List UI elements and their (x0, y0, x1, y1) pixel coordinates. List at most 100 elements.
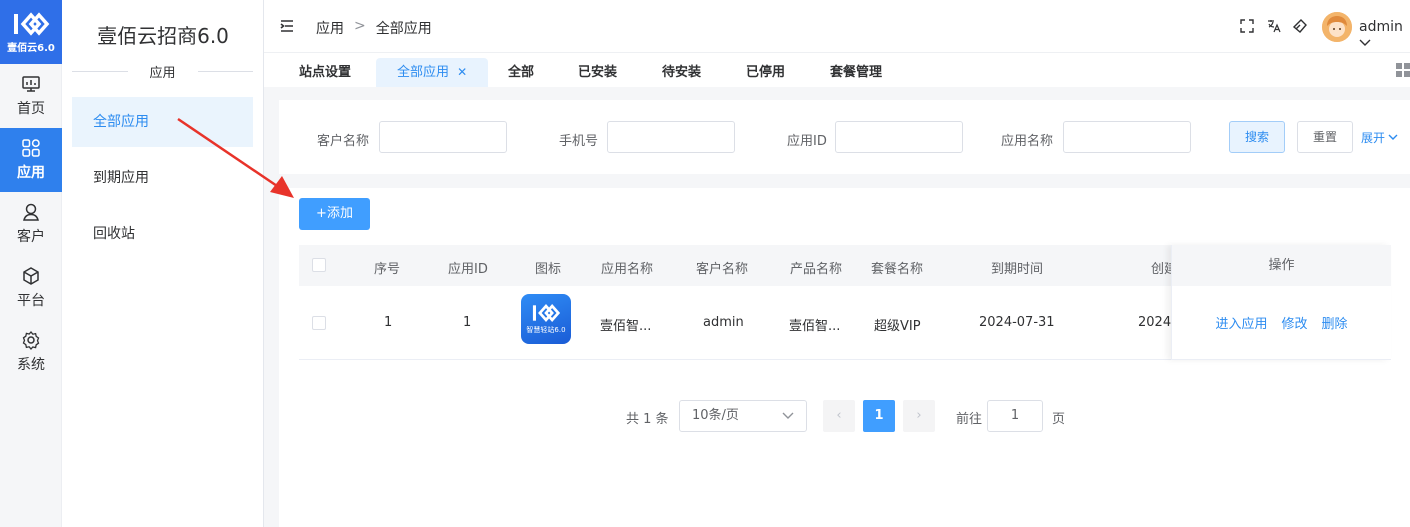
section-label: 应用 (149, 66, 176, 81)
rail-item-label: 平台 (17, 293, 45, 309)
actions-column: 操作 进入应用 修改 删除 (1171, 245, 1391, 360)
tab-pending-install[interactable]: 待安装 (662, 58, 701, 87)
next-page-button[interactable]: › (903, 400, 935, 432)
app-id-label: 应用ID (787, 134, 827, 149)
pagination: 共 1 条 10条/页 ‹ 1 › 前往 1 页 (279, 400, 1410, 432)
gear-icon (22, 331, 40, 350)
row-checkbox[interactable] (312, 316, 326, 330)
clear-cache-icon[interactable] (1292, 18, 1308, 34)
tab-disabled[interactable]: 已停用 (746, 58, 785, 87)
grid-apps-icon (22, 139, 40, 157)
main-content: 客户名称 手机号 应用ID 应用名称 搜索 重置 展开 +添加 序号 应用ID … (264, 87, 1410, 527)
pagination-total: 共 1 条 (626, 412, 669, 427)
sub-menu-item-all-apps[interactable]: 全部应用 (72, 97, 253, 147)
sub-menu-item-expired-apps[interactable]: 到期应用 (72, 153, 253, 203)
rail-item-label: 首页 (17, 101, 45, 117)
rail-item-label: 系统 (17, 357, 45, 373)
prev-page-button[interactable]: ‹ (823, 400, 855, 432)
column-header-product-name: 产品名称 (790, 262, 843, 277)
chevron-down-icon (782, 412, 794, 419)
sub-menu: 壹佰云招商6.0 应用 全部应用 到期应用 回收站 (62, 0, 264, 527)
phone-input[interactable] (607, 121, 735, 153)
customer-name-label: 客户名称 (317, 134, 370, 149)
column-header-customer-name: 客户名称 (696, 262, 749, 277)
menu-fold-icon[interactable] (280, 19, 294, 33)
goto-label: 前往 (956, 412, 983, 427)
search-button[interactable]: 搜索 (1229, 121, 1285, 153)
column-header-index: 序号 (374, 262, 401, 277)
breadcrumb-item-current: 全部应用 (375, 21, 432, 37)
reset-button[interactable]: 重置 (1297, 121, 1353, 153)
grid-menu-icon[interactable] (1396, 63, 1410, 77)
app-icon-text: 智慧轻站6.0 (526, 326, 566, 334)
app-name-input[interactable] (1063, 121, 1191, 153)
app-icon: 智慧轻站6.0 (521, 294, 571, 344)
page-number-current[interactable]: 1 (863, 400, 895, 432)
monitor-icon (22, 76, 40, 92)
rail-item-apps[interactable]: 应用 (0, 128, 62, 192)
rail-item-system[interactable]: 系统 (0, 320, 62, 384)
breadcrumb-separator: > (354, 18, 366, 34)
username: admin (1359, 19, 1403, 35)
rail-item-home[interactable]: 首页 (0, 64, 62, 128)
column-header-plan-name: 套餐名称 (871, 262, 924, 277)
top-header: 应用 > 全部应用 admin (264, 0, 1410, 53)
customer-name-input[interactable] (379, 121, 507, 153)
phone-label: 手机号 (559, 134, 599, 149)
page-size-select[interactable]: 10条/页 (679, 400, 807, 432)
page-size-value: 10条/页 (692, 408, 739, 423)
cell-product-name: 壹佰智... (789, 319, 841, 334)
icon-rail: 壹佰云6.0 首页 应用 客户 平台 系统 (0, 0, 62, 527)
tab-label: 全部应用 (397, 65, 450, 80)
goto-page-input[interactable]: 1 (987, 400, 1043, 432)
close-icon[interactable]: ✕ (457, 65, 467, 79)
cell-app-id: 1 (463, 315, 472, 330)
select-all-checkbox[interactable] (312, 258, 326, 272)
column-header-app-name: 应用名称 (601, 262, 654, 277)
tab-site-settings[interactable]: 站点设置 (299, 58, 351, 87)
add-button[interactable]: +添加 (299, 198, 370, 230)
enter-app-link[interactable]: 进入应用 (1215, 313, 1267, 332)
list-panel: +添加 序号 应用ID 图标 应用名称 客户名称 产品名称 套餐名称 到期时间 … (279, 188, 1410, 527)
app-id-input[interactable] (835, 121, 963, 153)
cube-icon (23, 267, 39, 285)
chevron-down-icon (1388, 134, 1398, 140)
edit-link[interactable]: 修改 (1281, 313, 1307, 332)
tab-all-apps[interactable]: 全部应用 ✕ (376, 58, 489, 87)
avatar[interactable] (1322, 12, 1352, 42)
rail-item-platform[interactable]: 平台 (0, 256, 62, 320)
sub-menu-item-recycle-bin[interactable]: 回收站 (72, 209, 253, 259)
column-header-icon: 图标 (535, 262, 562, 277)
column-header-actions: 操作 (1172, 245, 1391, 286)
breadcrumb: 应用 > 全部应用 (316, 18, 432, 38)
translate-icon[interactable] (1266, 18, 1282, 34)
filter-form: 客户名称 手机号 应用ID 应用名称 搜索 重置 展开 (279, 100, 1410, 174)
tab-all[interactable]: 全部 (508, 58, 534, 87)
divider (197, 71, 254, 72)
page-suffix-label: 页 (1052, 412, 1066, 427)
app-logo[interactable]: 壹佰云6.0 (0, 0, 62, 64)
cell-expire-time: 2024-07-31 (979, 315, 1055, 330)
avatar-image (1322, 12, 1352, 42)
expand-toggle[interactable]: 展开 (1361, 129, 1398, 146)
breadcrumb-item[interactable]: 应用 (316, 18, 344, 38)
delete-link[interactable]: 删除 (1322, 313, 1348, 332)
tabs-bar: 站点设置 全部应用 ✕ 全部 已安装 待安装 已停用 套餐管理 (264, 53, 1410, 87)
expand-label: 展开 (1361, 131, 1386, 145)
app-name-label: 应用名称 (1001, 134, 1054, 149)
cell-plan-name: 超级VIP (874, 319, 921, 334)
row-actions: 进入应用 修改 删除 (1172, 286, 1391, 360)
tab-plan-management[interactable]: 套餐管理 (830, 58, 882, 87)
sub-menu-title: 壹佰云招商6.0 (97, 24, 229, 48)
chevron-down-icon (1359, 39, 1371, 46)
user-menu[interactable]: admin (1359, 19, 1410, 51)
logo-mark-icon (532, 304, 561, 322)
rail-item-label: 客户 (17, 229, 45, 245)
user-icon (23, 203, 39, 221)
cell-customer-name: admin (703, 315, 744, 330)
fullscreen-icon[interactable] (1239, 18, 1255, 34)
tab-installed[interactable]: 已安装 (578, 58, 617, 87)
rail-item-label: 应用 (17, 165, 45, 181)
column-header-expire-time: 到期时间 (991, 262, 1044, 277)
rail-item-customer[interactable]: 客户 (0, 192, 62, 256)
